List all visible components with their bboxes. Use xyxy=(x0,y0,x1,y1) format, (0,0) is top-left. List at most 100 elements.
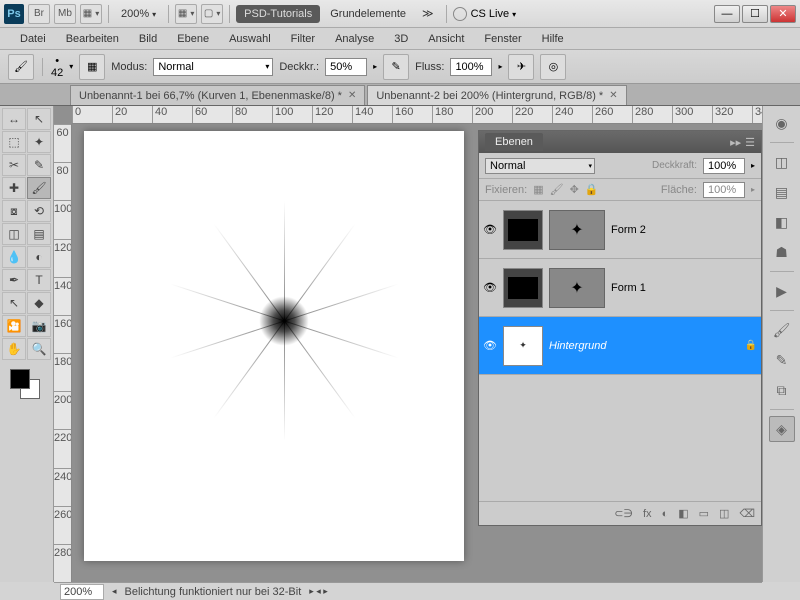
layer-thumbnail[interactable] xyxy=(503,210,543,250)
visibility-toggle[interactable]: 👁 xyxy=(483,281,497,295)
tool-selection[interactable]: ↖ xyxy=(27,108,51,130)
menu-auswahl[interactable]: Auswahl xyxy=(219,31,281,47)
tool-eyedropper[interactable]: ✎ xyxy=(27,154,51,176)
menu-ansicht[interactable]: Ansicht xyxy=(418,31,474,47)
doc-tab-1[interactable]: Unbenannt-1 bei 66,7% (Kurven 1, Ebenenm… xyxy=(70,85,365,105)
opacity-pressure-button[interactable]: ✎ xyxy=(383,54,409,80)
menu-bearbeiten[interactable]: Bearbeiten xyxy=(56,31,129,47)
close-button[interactable]: ✕ xyxy=(770,5,796,23)
menu-hilfe[interactable]: Hilfe xyxy=(532,31,574,47)
panel-footer-button-1[interactable]: fx xyxy=(643,508,652,520)
brush-panel-icon[interactable]: 🖌 xyxy=(769,317,795,343)
brush-panel-button[interactable]: ▦ xyxy=(79,54,105,80)
menu-fenster[interactable]: Fenster xyxy=(474,31,531,47)
layer-fill-input[interactable]: 100% xyxy=(703,182,745,198)
view-extras-button[interactable]: ▦ xyxy=(80,4,102,24)
transform-panel-icon[interactable]: ◫ xyxy=(769,149,795,175)
panel-footer-button-2[interactable]: ◐ xyxy=(662,508,669,520)
minibridge-button[interactable]: Mb xyxy=(54,4,76,24)
panel-footer-button-6[interactable]: ⌫ xyxy=(739,507,755,520)
close-icon[interactable]: ✕ xyxy=(609,90,617,101)
layer-row[interactable]: 👁✦Hintergrund🔒 xyxy=(479,317,761,375)
swatches-panel-icon[interactable]: ▤ xyxy=(769,179,795,205)
tool-path[interactable]: ↖ xyxy=(2,292,26,314)
mask-thumbnail[interactable]: ✦ xyxy=(549,268,605,308)
layer-opacity-input[interactable]: 100% xyxy=(703,158,745,174)
tool-blur[interactable]: 💧 xyxy=(2,246,26,268)
canvas[interactable] xyxy=(84,131,464,561)
layer-thumbnail[interactable]: ✦ xyxy=(503,326,543,366)
menu-filter[interactable]: Filter xyxy=(281,31,325,47)
panel-footer-button-3[interactable]: ◧ xyxy=(678,507,688,520)
layer-thumbnail[interactable] xyxy=(503,268,543,308)
styles-panel-icon[interactable]: ◧ xyxy=(769,209,795,235)
tool-heal[interactable]: ✚ xyxy=(2,177,26,199)
tool-move[interactable]: ↔ xyxy=(2,108,26,130)
opacity-input[interactable]: 50% xyxy=(325,58,367,76)
lock-position-icon[interactable]: ✥ xyxy=(570,183,579,196)
layer-row[interactable]: 👁 ✦ Form 1 xyxy=(479,259,761,317)
menu-datei[interactable]: Datei xyxy=(10,31,56,47)
tool-stamp[interactable]: ⧇ xyxy=(2,200,26,222)
layer-name[interactable]: Hintergrund xyxy=(549,340,739,352)
close-icon[interactable]: ✕ xyxy=(348,90,356,101)
menu-analyse[interactable]: Analyse xyxy=(325,31,384,47)
workspace-more[interactable]: ≫ xyxy=(416,7,440,20)
doc-tab-2[interactable]: Unbenannt-2 bei 200% (Hintergrund, RGB/8… xyxy=(367,85,626,105)
brush-presets-icon[interactable]: ✎ xyxy=(769,347,795,373)
tool-hand[interactable]: ✋ xyxy=(2,338,26,360)
lock-transparent-icon[interactable]: ▦ xyxy=(533,183,543,196)
screenmode-button[interactable]: ▢ xyxy=(201,4,223,24)
color-swatches[interactable] xyxy=(2,365,51,405)
minimize-button[interactable]: — xyxy=(714,5,740,23)
layer-name[interactable]: Form 1 xyxy=(611,282,757,294)
brush-preset[interactable]: •42 xyxy=(51,55,63,79)
lock-pixels-icon[interactable]: 🖌 xyxy=(550,183,564,196)
bridge-button[interactable]: Br xyxy=(28,4,50,24)
visibility-toggle[interactable]: 👁 xyxy=(483,223,497,237)
brush-chevron-icon[interactable]: ▾ xyxy=(69,62,73,71)
tool-shape[interactable]: ◆ xyxy=(27,292,51,314)
panel-footer-button-5[interactable]: ◫ xyxy=(719,507,729,520)
blend-mode-select[interactable]: Normal xyxy=(153,58,273,76)
layers-dock-icon[interactable]: ◈ xyxy=(769,416,795,442)
arrange-button[interactable]: ▦ xyxy=(175,4,197,24)
tool-gradient[interactable]: ▤ xyxy=(27,223,51,245)
airbrush-button[interactable]: ✈ xyxy=(508,54,534,80)
lock-all-icon[interactable]: 🔒 xyxy=(585,183,599,196)
tool-marquee[interactable]: ⬚ xyxy=(2,131,26,153)
workspace-light[interactable]: Grundelemente xyxy=(324,8,412,20)
current-tool-icon[interactable]: 🖌 xyxy=(8,54,34,80)
menu-bild[interactable]: Bild xyxy=(129,31,167,47)
tool-brush[interactable]: 🖌 xyxy=(27,177,51,199)
tool-3d[interactable]: 🎦 xyxy=(2,315,26,337)
panel-footer-button-0[interactable]: ⊂∋ xyxy=(614,507,633,520)
menu-ebene[interactable]: Ebene xyxy=(167,31,219,47)
layer-row[interactable]: 👁 ✦ Form 2 xyxy=(479,201,761,259)
tool-dodge[interactable]: ◐ xyxy=(27,246,51,268)
panel-tab-ebenen[interactable]: Ebenen xyxy=(485,133,543,151)
tool-pen[interactable]: ✒ xyxy=(2,269,26,291)
tool-history-brush[interactable]: ⟲ xyxy=(27,200,51,222)
clone-panel-icon[interactable]: ⧉ xyxy=(769,377,795,403)
actions-panel-icon[interactable]: ▶ xyxy=(769,278,795,304)
tool-crop[interactable]: ✂ xyxy=(2,154,26,176)
panel-footer-button-4[interactable]: ▭ xyxy=(699,507,709,520)
cslive[interactable]: CS Live xyxy=(453,7,517,21)
tool-eraser[interactable]: ◫ xyxy=(2,223,26,245)
maximize-button[interactable]: ☐ xyxy=(742,5,768,23)
tablet-pressure-button[interactable]: ◎ xyxy=(540,54,566,80)
flow-input[interactable]: 100% xyxy=(450,58,492,76)
collapse-icon[interactable]: ▸▸ xyxy=(730,136,741,149)
mask-thumbnail[interactable]: ✦ xyxy=(549,210,605,250)
layer-blend-select[interactable]: Normal xyxy=(485,158,595,174)
color-panel-icon[interactable]: ◉ xyxy=(769,110,795,136)
workspace-dark[interactable]: PSD-Tutorials xyxy=(236,5,320,23)
foreground-color[interactable] xyxy=(10,369,30,389)
zoom-input[interactable]: 200% xyxy=(60,584,104,600)
tool-wand[interactable]: ✦ xyxy=(27,131,51,153)
zoom-level[interactable]: 200% xyxy=(115,8,162,20)
panel-menu-icon[interactable]: ☰ xyxy=(745,136,755,149)
layer-name[interactable]: Form 2 xyxy=(611,224,757,236)
layers-stack-icon[interactable]: ☗ xyxy=(769,239,795,265)
